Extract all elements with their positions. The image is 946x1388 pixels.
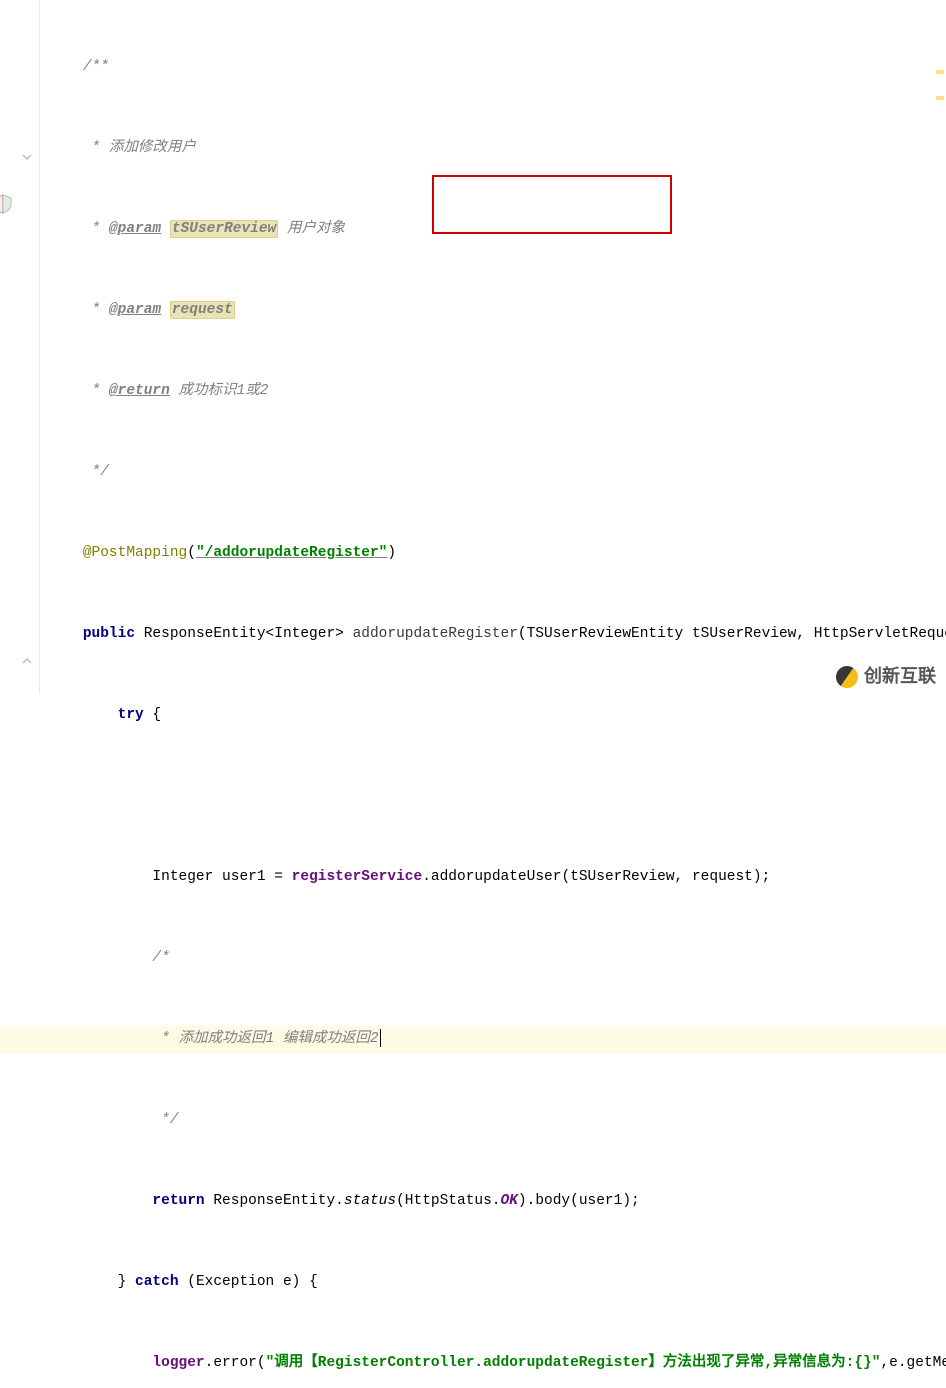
code-line: */ [40,459,946,486]
code-line: Integer user1 = registerService.addorupd… [40,864,946,891]
code-line: * 添加修改用户 [40,135,946,162]
code-line: * @param tSUserReview 用户对象 [40,216,946,243]
watermark-logo-icon [832,661,863,692]
code-line [40,783,946,810]
code-line-current: * 添加成功返回1 编辑成功返回2 [40,1026,946,1053]
code-line: */ [40,1107,946,1134]
code-line: * @return 成功标识1或2 [40,378,946,405]
code-line: return ResponseEntity.status(HttpStatus.… [40,1188,946,1215]
code-line: logger.error("调用【RegisterController.addo… [40,1350,946,1377]
text-caret [380,1029,381,1047]
code-line: public ResponseEntity<Integer> addorupda… [40,621,946,648]
code-editor[interactable]: /** * 添加修改用户 * @param tSUserReview 用户对象 … [40,0,946,694]
scroll-marker-warning-icon[interactable] [936,96,944,100]
scroll-marker-strip[interactable] [937,0,945,694]
fold-handle-top-icon[interactable] [22,147,32,157]
code-line: /* [40,945,946,972]
code-line: } catch (Exception e) { [40,1269,946,1296]
scroll-marker-warning-icon[interactable] [936,70,944,74]
fold-handle-bot-icon[interactable] [22,651,32,661]
code-line: /** [40,54,946,81]
gutter-method-icon[interactable] [0,194,12,214]
watermark: 创新互联 [836,663,936,690]
code-line: try { [40,702,946,729]
code-line: @PostMapping("/addorupdateRegister") [40,540,946,567]
code-line: * @param request [40,297,946,324]
editor-gutter [0,0,40,694]
watermark-text: 创新互联 [864,663,936,690]
